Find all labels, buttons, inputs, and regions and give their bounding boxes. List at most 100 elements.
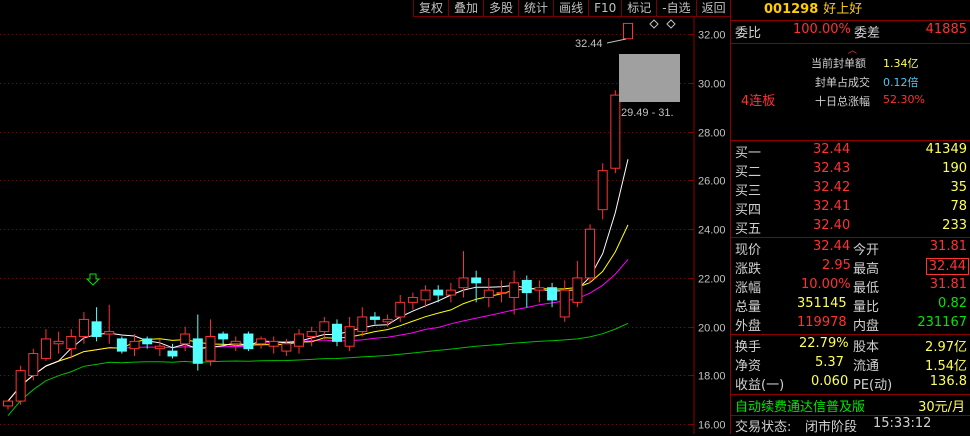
stock-header[interactable]: 001298 好上好 bbox=[731, 0, 970, 21]
share-capital-value: 2.97亿 bbox=[925, 340, 967, 355]
volume-label: 总量 bbox=[735, 300, 762, 315]
toolbar-f10-button[interactable]: F10 bbox=[588, 0, 622, 17]
bid-row[interactable]: 买二 32.43 190 bbox=[731, 161, 970, 181]
bid-price: 32.43 bbox=[813, 161, 851, 176]
candle-body bbox=[496, 292, 507, 295]
candle-body bbox=[129, 340, 140, 350]
kline-chart[interactable]: 32.00 30.00 28.00 26.00 24.00 22.00 20.00 18.00… bbox=[0, 0, 730, 434]
high-value: 32.44 bbox=[925, 258, 969, 275]
open-value: 31.81 bbox=[929, 239, 967, 254]
candle bbox=[331, 319, 342, 347]
change-label: 涨跌 bbox=[735, 262, 762, 277]
candle-body bbox=[319, 321, 330, 333]
current-seal-value: 1.34亿 bbox=[883, 57, 919, 70]
high-marker-arrow bbox=[606, 38, 627, 44]
candle bbox=[230, 336, 241, 352]
candle-body bbox=[66, 335, 77, 350]
promo-text[interactable]: 自动续费通达信普及版 bbox=[735, 396, 865, 415]
toolbar-overlay-button[interactable]: 叠加 bbox=[448, 0, 484, 17]
quote-row: 外盘 119978 内盘 231167 bbox=[731, 315, 970, 335]
y-tick-label: 24.00 bbox=[698, 225, 726, 237]
quote-row: 现价 32.44 今开 31.81 bbox=[731, 239, 970, 259]
candle-body bbox=[344, 326, 355, 347]
candle bbox=[66, 329, 77, 359]
y-tick-label: 16.00 bbox=[698, 420, 726, 432]
fundamental-row: 收益(一) 0.060 PE(动) 136.8 bbox=[731, 374, 970, 394]
candle-body bbox=[597, 170, 608, 211]
y-tick-label: 18.00 bbox=[698, 371, 726, 383]
net-assets-label: 净资 bbox=[735, 359, 762, 374]
trading-status-bar: 交易状态: 闭市阶段 15:33:12 bbox=[731, 416, 970, 436]
candle bbox=[15, 365, 26, 405]
bid-row[interactable]: 买四 32.41 78 bbox=[731, 199, 970, 219]
candle-body bbox=[116, 338, 127, 352]
candle-body bbox=[610, 94, 621, 169]
candle-body bbox=[572, 277, 583, 303]
candle-body bbox=[281, 343, 292, 352]
candle bbox=[306, 326, 317, 347]
promo-price: 30元/月 bbox=[918, 400, 965, 415]
y-tick-label: 26.00 bbox=[698, 176, 726, 188]
candle bbox=[357, 307, 368, 337]
candle-body bbox=[433, 289, 444, 296]
candle-body bbox=[180, 333, 191, 345]
candle-body bbox=[230, 340, 241, 345]
bid-label: 买五 bbox=[735, 222, 762, 237]
volume-value: 351145 bbox=[797, 296, 847, 311]
kline-chart-area[interactable]: 32.00 30.00 28.00 26.00 24.00 22.00 20.00 18.00… bbox=[0, 0, 731, 434]
weicha-value: 41885 bbox=[925, 22, 967, 37]
pe-value: 136.8 bbox=[929, 374, 967, 389]
toolbar-stats-button[interactable]: 统计 bbox=[518, 0, 554, 17]
candle bbox=[91, 307, 102, 342]
candle bbox=[559, 280, 570, 322]
candle bbox=[28, 348, 39, 381]
price-axis: 32.00 30.00 28.00 26.00 24.00 22.00 20.00 18.00… bbox=[690, 17, 726, 434]
candle bbox=[471, 270, 482, 303]
toolbar-back-button[interactable]: 返回 bbox=[695, 0, 731, 17]
eps-label: 收益(一) bbox=[735, 378, 785, 393]
down-arrow-icon bbox=[85, 273, 101, 286]
candle-body bbox=[585, 228, 596, 279]
candle-body bbox=[243, 333, 254, 350]
candle-body bbox=[369, 316, 380, 320]
candle-body bbox=[78, 318, 89, 337]
bid-volume: 190 bbox=[942, 161, 967, 176]
candle-body bbox=[205, 335, 216, 362]
bid-row[interactable]: 买一 32.44 41349 bbox=[731, 142, 970, 162]
volume-ratio-value: 0.82 bbox=[938, 296, 967, 311]
promo-banner[interactable]: 自动续费通达信普及版 30元/月 bbox=[731, 396, 970, 416]
open-label: 今开 bbox=[853, 243, 880, 258]
candle-body bbox=[104, 331, 115, 335]
candle bbox=[53, 331, 64, 354]
bid-label: 买四 bbox=[735, 203, 762, 218]
candle bbox=[521, 275, 532, 308]
candle bbox=[395, 295, 406, 322]
candle-body bbox=[395, 301, 406, 318]
candle bbox=[534, 280, 545, 303]
ten-day-value: 52.30% bbox=[883, 93, 925, 106]
status-time: 15:33:12 bbox=[873, 416, 932, 431]
toolbar-multi-stock-button[interactable]: 多股 bbox=[483, 0, 519, 17]
price-range-highlight bbox=[619, 54, 680, 102]
toolbar-mark-button[interactable]: 标记 bbox=[621, 0, 657, 17]
weibi-value: 100.00% bbox=[793, 22, 851, 37]
candle bbox=[116, 336, 127, 354]
toolbar-remove-watchlist-button[interactable]: -自选 bbox=[656, 0, 696, 17]
candle-body bbox=[192, 338, 203, 364]
bid-row[interactable]: 买三 32.42 35 bbox=[731, 180, 970, 200]
toolbar-draw-line-button[interactable]: 画线 bbox=[553, 0, 589, 17]
candle-body bbox=[218, 333, 229, 340]
bid-row[interactable]: 买五 32.40 233 bbox=[731, 218, 970, 238]
status-label: 交易状态: bbox=[735, 420, 792, 435]
change-value: 2.95 bbox=[822, 258, 851, 273]
quote-row: 涨幅 10.00% 最低 31.81 bbox=[731, 277, 970, 297]
high-label: 最高 bbox=[853, 262, 880, 277]
stock-name: 好上好 bbox=[823, 2, 863, 17]
price-label: 现价 bbox=[735, 243, 762, 258]
candle bbox=[154, 338, 165, 356]
bid-volume: 78 bbox=[950, 199, 967, 214]
toolbar-fuquan-button[interactable]: 复权 bbox=[413, 0, 449, 17]
turnover-value: 22.79% bbox=[799, 336, 849, 351]
candle-body bbox=[471, 277, 482, 284]
candle-body bbox=[547, 287, 558, 301]
